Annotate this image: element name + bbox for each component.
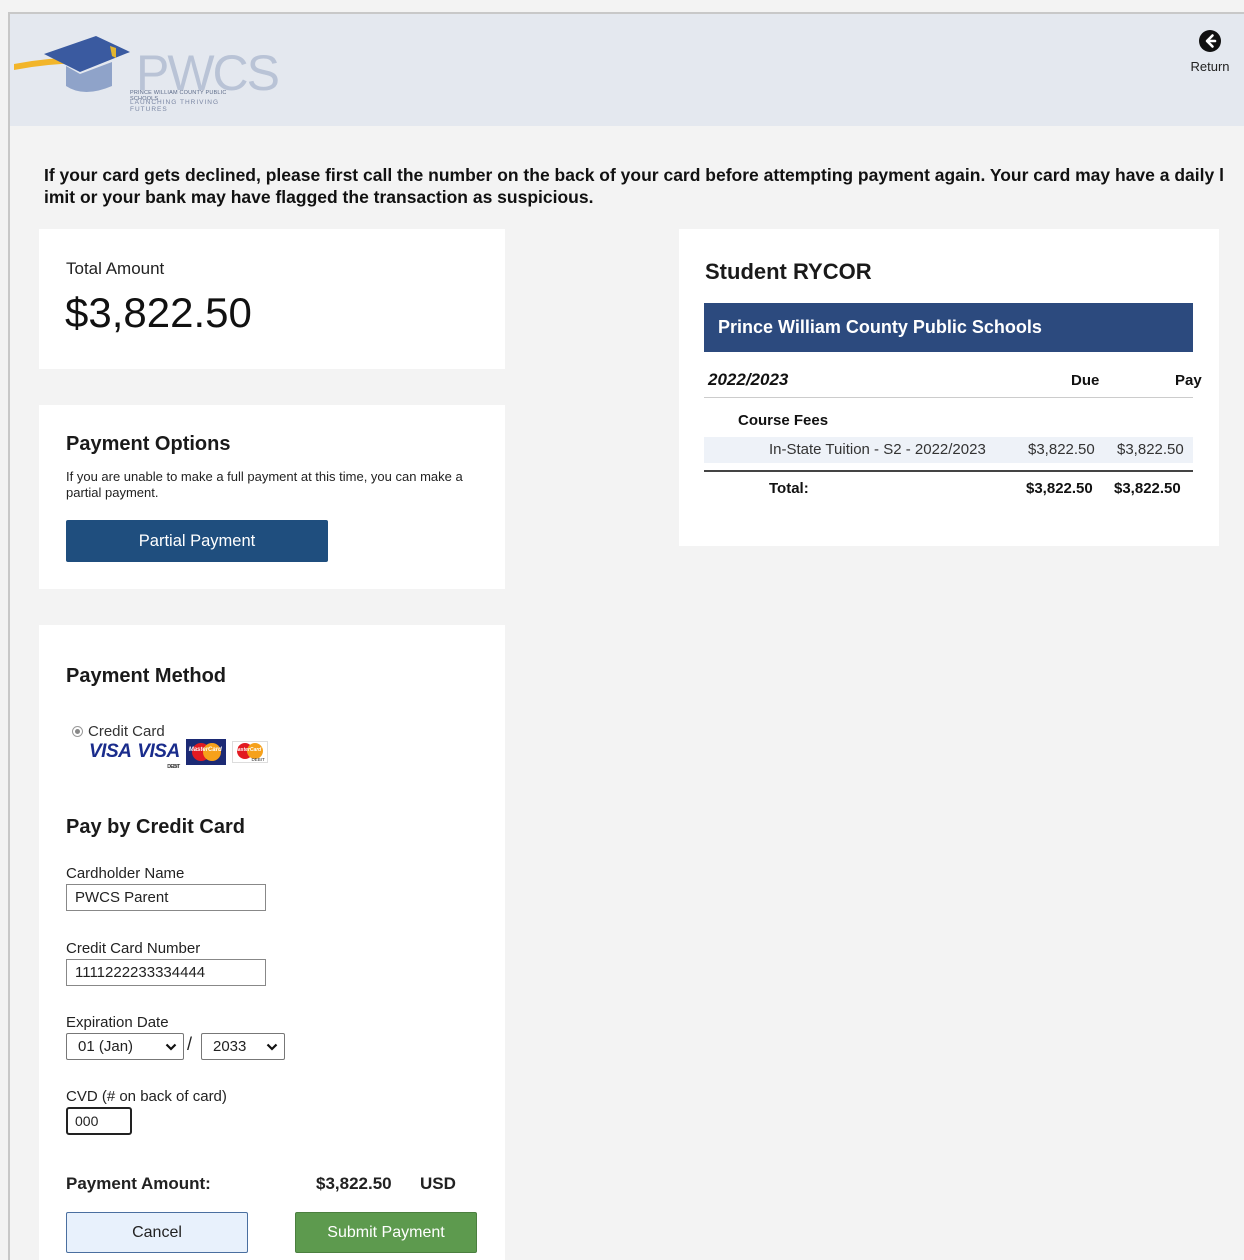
decline-notice: If your card gets declined, please first… <box>44 165 1224 207</box>
card-logos: VISA VISA DEBIT MasterCard MasterCard DE… <box>89 739 268 770</box>
total-amount-label: Total Amount <box>66 259 165 278</box>
chevron-down-icon <box>165 1043 177 1051</box>
expiration-month-select[interactable]: 01 (Jan) <box>66 1033 184 1060</box>
pwcs-logo: PWCS PRINCE WILLIAM COUNTY PUBLIC SCHOOL… <box>14 26 280 113</box>
pay-column-header: Pay <box>1175 372 1202 389</box>
total-amount-card: Total Amount $3,822.50 <box>39 229 505 369</box>
page-frame: PWCS PRINCE WILLIAM COUNTY PUBLIC SCHOOL… <box>8 12 1244 1260</box>
return-label[interactable]: Return <box>1190 59 1229 74</box>
expiration-date-label: Expiration Date <box>66 1014 169 1031</box>
student-fees-card: Student RYCOR Prince William County Publ… <box>679 229 1219 546</box>
visa-debit-logo: VISA DEBIT <box>137 741 180 770</box>
payment-amount-label: Payment Amount: <box>66 1174 211 1193</box>
fee-name: In-State Tuition - S2 - 2022/2023 <box>769 441 986 458</box>
table-row: In-State Tuition - S2 - 2022/2023 $3,822… <box>704 437 1193 463</box>
payment-options-text: If you are unable to make a full payment… <box>66 469 463 500</box>
logo-tagline: LAUNCHING THRIVING FUTURES <box>130 99 220 113</box>
return-button[interactable]: Return <box>1180 30 1240 76</box>
arrow-left-circle-icon[interactable] <box>1199 30 1221 52</box>
total-row-label: Total: <box>769 480 809 497</box>
card-number-label: Credit Card Number <box>66 940 201 957</box>
payment-method-card: Payment Method Credit Card VISA VISA DEB… <box>39 625 505 1260</box>
total-amount-value: $3,822.50 <box>65 289 252 336</box>
school-year: 2022/2023 <box>708 370 789 389</box>
payment-options-title: Payment Options <box>66 433 231 455</box>
year-header-row: 2022/2023 Due Pay <box>704 359 1202 398</box>
header: PWCS PRINCE WILLIAM COUNTY PUBLIC SCHOOL… <box>10 14 1244 126</box>
credit-card-radio-label[interactable]: Credit Card <box>88 723 165 740</box>
submit-payment-button[interactable]: Submit Payment <box>295 1212 477 1253</box>
mastercard-debit-logo: MasterCard DEBIT <box>231 741 268 763</box>
total-row-pay: $3,822.50 <box>1114 480 1181 497</box>
fee-due: $3,822.50 <box>1028 441 1095 458</box>
due-column-header: Due <box>1071 372 1100 389</box>
mastercard-text: MasterCard <box>188 747 222 753</box>
payment-amount-value: $3,822.50 <box>316 1174 392 1193</box>
payment-amount-currency: USD <box>420 1174 456 1193</box>
expiration-month-value[interactable]: 01 (Jan) <box>78 1038 133 1055</box>
expiration-year-select[interactable]: 2033 <box>201 1033 285 1060</box>
fee-pay: $3,822.50 <box>1117 441 1184 458</box>
mastercard-debit-tag: DEBIT <box>251 757 265 762</box>
total-row-due: $3,822.50 <box>1026 480 1093 497</box>
pay-by-credit-card-title: Pay by Credit Card <box>66 816 245 838</box>
school-name-bar: Prince William County Public Schools <box>704 303 1193 352</box>
student-title: Student RYCOR <box>705 259 872 284</box>
graduation-cap-icon <box>14 36 130 92</box>
credit-card-radio[interactable] <box>72 726 83 737</box>
partial-payment-button[interactable]: Partial Payment <box>66 520 328 562</box>
expiration-year-value[interactable]: 2033 <box>213 1038 246 1055</box>
visa-debit-tag: DEBIT <box>167 764 180 770</box>
course-fees-label: Course Fees <box>738 412 829 429</box>
cvd-input[interactable] <box>66 1107 132 1135</box>
chevron-down-icon <box>266 1043 278 1051</box>
cancel-button[interactable]: Cancel <box>66 1212 248 1253</box>
cvd-label: CVD (# on back of card) <box>66 1088 227 1105</box>
cardholder-name-label: Cardholder Name <box>66 865 185 882</box>
cardholder-name-input[interactable] <box>66 884 266 911</box>
visa-debit-text: VISA <box>137 741 180 762</box>
mastercard-logo: MasterCard <box>185 739 226 765</box>
credit-card-radio-option[interactable]: Credit Card <box>72 723 165 740</box>
payment-options-card: Payment Options If you are unable to mak… <box>39 405 505 589</box>
card-number-input[interactable] <box>66 959 266 986</box>
total-row: Total: $3,822.50 $3,822.50 <box>704 470 1193 497</box>
payment-method-title: Payment Method <box>66 665 227 687</box>
expiration-separator: / <box>187 1034 193 1054</box>
mastercard-debit-text: MasterCard <box>233 747 262 753</box>
visa-logo: VISA <box>89 741 132 762</box>
